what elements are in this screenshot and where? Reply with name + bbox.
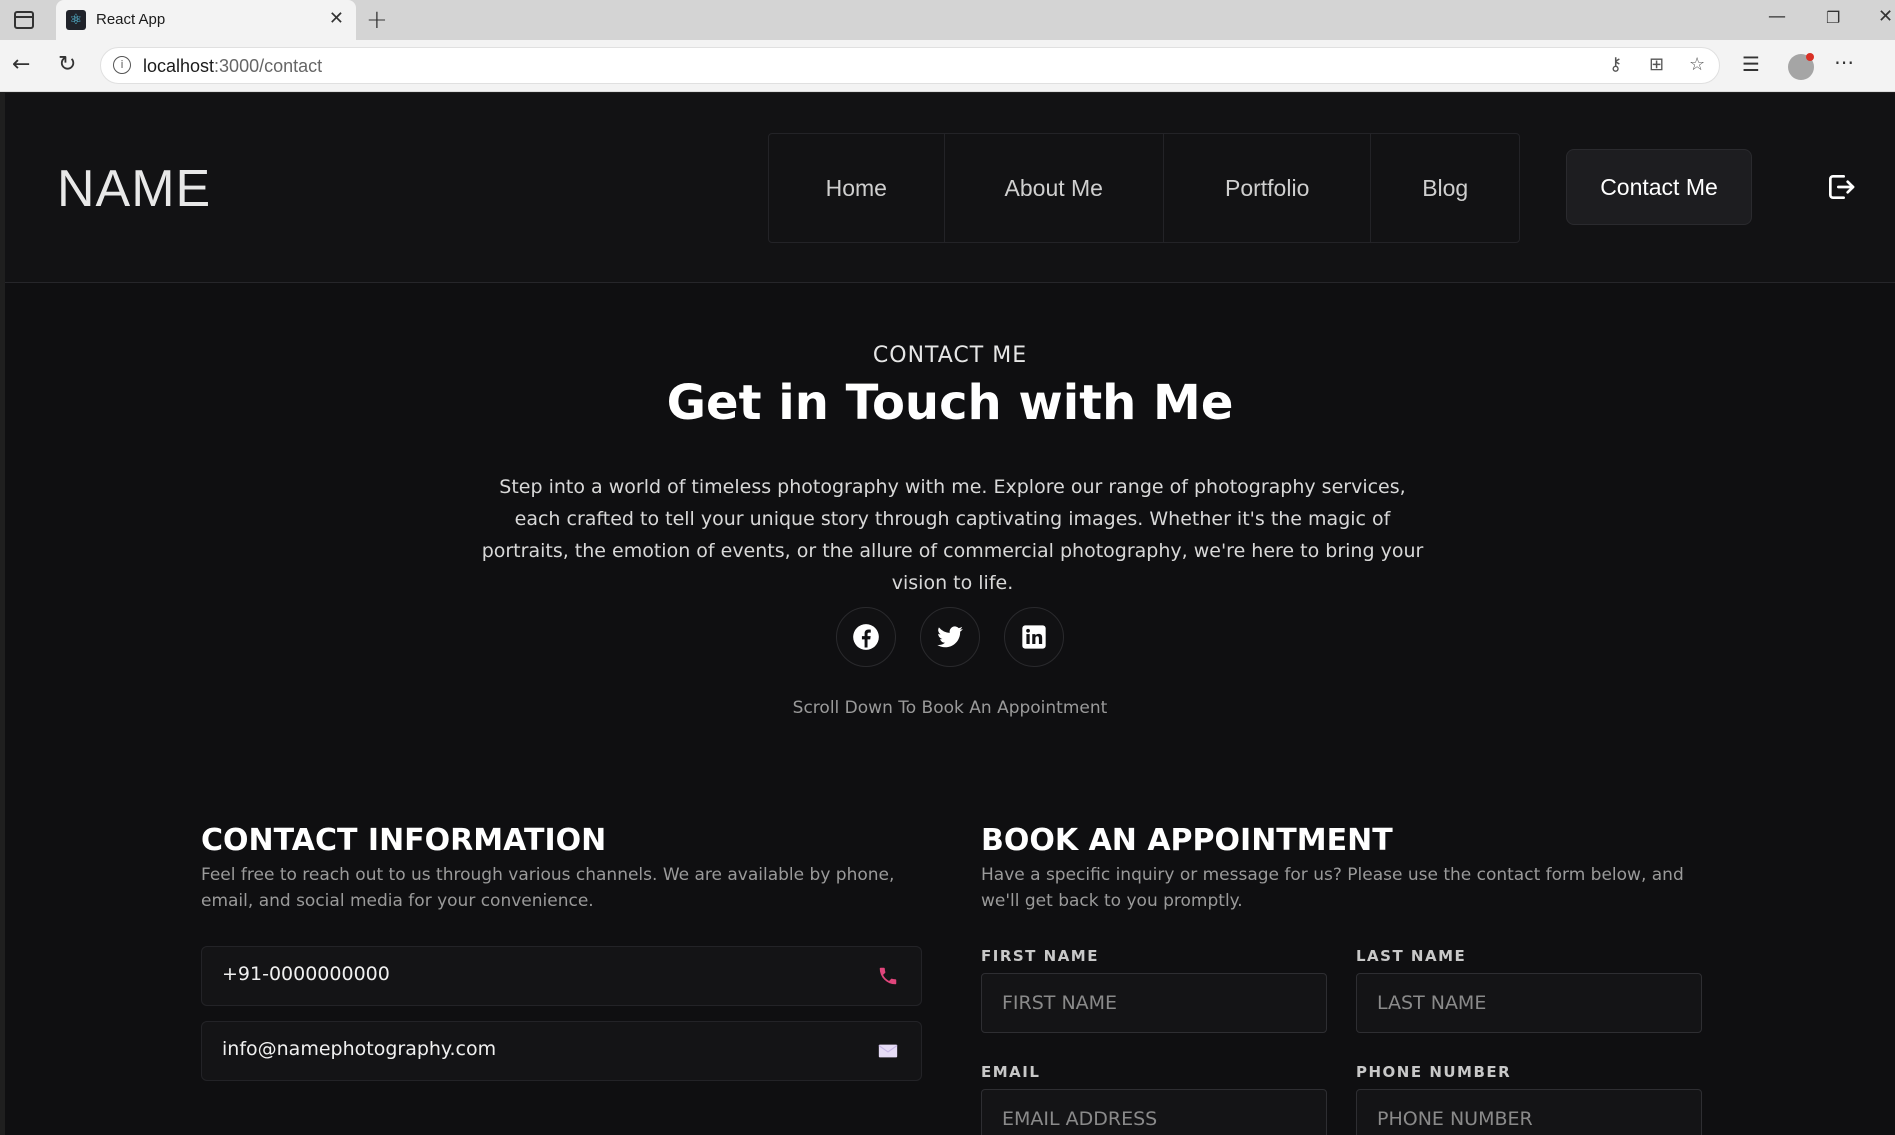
nav-home[interactable]: Home [769, 134, 945, 242]
browser-toolbar: ← ↻ i localhost:3000/contact ⚷ ⊞ ☆ ☰ ⋯ [0, 40, 1895, 92]
contact-info-title: CONTACT INFORMATION [201, 823, 607, 858]
close-icon[interactable]: ✕ [329, 8, 344, 29]
restore-icon[interactable]: ❐ [1826, 8, 1840, 27]
nav-blog[interactable]: Blog [1371, 134, 1519, 242]
scroll-hint: Scroll Down To Book An Appointment [792, 698, 1108, 718]
url-host: localhost [143, 56, 215, 76]
minimize-icon[interactable]: — [1768, 6, 1786, 27]
browser-tabbar: ⚛ React App ✕ + — ❐ ✕ [0, 0, 1895, 40]
key-icon[interactable]: ⚷ [1609, 54, 1622, 75]
tab-title: React App [96, 11, 166, 28]
apps-icon[interactable]: ⊞ [1649, 54, 1664, 75]
new-tab-icon[interactable]: + [366, 5, 388, 35]
phone-number: +91-0000000000 [222, 963, 390, 985]
url-path: :3000/contact [214, 56, 323, 76]
address-bar[interactable]: i localhost:3000/contact ⚷ ⊞ ☆ [100, 47, 1720, 84]
twitter-icon [937, 626, 963, 648]
booking-description: Have a specific inquiry or message for u… [981, 865, 1684, 911]
social-links [5, 607, 1895, 667]
email-address: info@namephotography.com [222, 1038, 497, 1060]
site-header: NAME Home About Me Portfolio Blog Contac… [5, 93, 1895, 283]
window-close-icon[interactable]: ✕ [1878, 6, 1893, 27]
phone-card[interactable]: +91-0000000000 [201, 946, 922, 1006]
favorites-icon[interactable]: ☰ [1742, 52, 1760, 76]
linkedin-icon [1022, 625, 1046, 649]
hero-description: Step into a world of timeless photograph… [481, 476, 1424, 594]
site-logo[interactable]: NAME [57, 159, 211, 219]
phone-number-label: PHONE NUMBER [1356, 1063, 1512, 1081]
main-nav: Home About Me Portfolio Blog [768, 133, 1520, 243]
contact-info-description: Feel free to reach out to us through var… [201, 865, 895, 911]
last-name-label: LAST NAME [1356, 947, 1467, 965]
booking-title: BOOK AN APPOINTMENT [981, 823, 1393, 858]
mail-icon [878, 1044, 898, 1058]
hero-eyebrow: CONTACT ME [872, 343, 1028, 368]
contact-me-button[interactable]: Contact Me [1566, 149, 1752, 225]
nav-about-me[interactable]: About Me [945, 134, 1164, 242]
linkedin-link[interactable] [1004, 607, 1064, 667]
hero-title: Get in Touch with Me [666, 375, 1234, 431]
twitter-link[interactable] [920, 607, 980, 667]
info-icon[interactable]: i [113, 56, 131, 74]
facebook-link[interactable] [836, 607, 896, 667]
first-name-input[interactable] [981, 973, 1327, 1033]
logout-icon[interactable] [1825, 171, 1857, 203]
browser-tab[interactable]: ⚛ React App ✕ [56, 0, 356, 40]
phone-icon [879, 967, 897, 985]
email-label: EMAIL [981, 1063, 1041, 1081]
back-icon[interactable]: ← [12, 52, 30, 77]
url-text: localhost:3000/contact [143, 56, 322, 77]
page: NAME Home About Me Portfolio Blog Contac… [5, 93, 1895, 1135]
first-name-label: FIRST NAME [981, 947, 1099, 965]
reload-icon[interactable]: ↻ [58, 52, 76, 77]
email-input[interactable] [981, 1089, 1327, 1135]
sidebar-toggle-icon[interactable] [14, 11, 34, 29]
phone-number-input[interactable] [1356, 1089, 1702, 1135]
nav-portfolio[interactable]: Portfolio [1164, 134, 1372, 242]
notification-dot [1806, 53, 1814, 61]
react-icon: ⚛ [66, 10, 86, 30]
more-icon[interactable]: ⋯ [1834, 50, 1854, 74]
favorite-star-icon[interactable]: ☆ [1689, 54, 1705, 75]
facebook-icon [853, 624, 879, 650]
last-name-input[interactable] [1356, 973, 1702, 1033]
email-card[interactable]: info@namephotography.com [201, 1021, 922, 1081]
